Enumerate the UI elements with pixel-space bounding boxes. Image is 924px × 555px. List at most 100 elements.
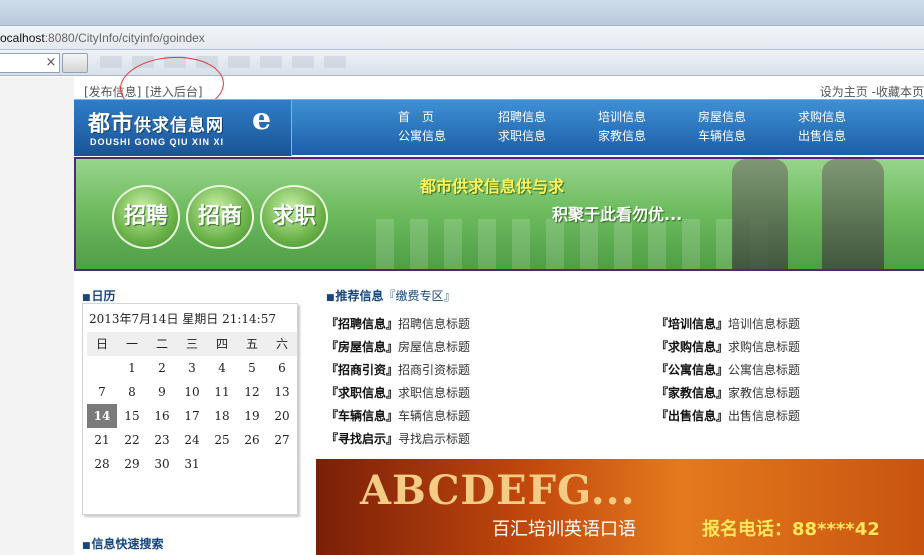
recommend-title-link[interactable]: 求购信息标题 [728,340,800,354]
quick-search-title: ■信息快速搜索 [82,535,164,552]
address-url[interactable]: ocalhost:8080/CityInfo/cityinfo/goindex [0,31,205,45]
recommend-category-link[interactable]: 『求职信息』 [326,386,398,400]
calendar-day[interactable]: 26 [237,428,267,452]
toolbar-icon[interactable] [100,56,122,68]
recommend-title-link[interactable]: 公寓信息标题 [728,363,800,377]
nav-tutor[interactable]: 家教信息 [598,128,698,144]
recommend-category-link[interactable]: 『寻找启示』 [326,432,398,446]
list-item: 『招聘信息』招聘信息标题 [326,315,656,338]
recommend-category-link[interactable]: 『培训信息』 [656,317,728,331]
banner-pill-recruit: 招聘 [112,185,180,249]
calendar-day[interactable]: 31 [177,452,207,476]
recommend-title-link[interactable]: 寻找启示标题 [398,432,470,446]
recommend-title-link[interactable]: 家教信息标题 [728,386,800,400]
recommend-title-link[interactable]: 招商引资标题 [398,363,470,377]
recommend-category-link[interactable]: 『车辆信息』 [326,409,398,423]
calendar-day[interactable]: 25 [207,428,237,452]
calendar-day[interactable]: 22 [117,428,147,452]
calendar-day[interactable]: 19 [237,404,267,428]
calendar-day[interactable]: 6 [267,356,297,380]
calendar-day[interactable]: 9 [147,380,177,404]
calendar-day[interactable]: 16 [147,404,177,428]
toolbar-icon[interactable] [228,56,250,68]
free-zone-link[interactable]: 『缴费专区』 [384,289,456,303]
calendar-day[interactable]: 7 [87,380,117,404]
calendar-day[interactable]: 4 [207,356,237,380]
calendar-day[interactable]: 10 [177,380,207,404]
recommend-title-link[interactable]: 招聘信息标题 [398,317,470,331]
calendar-day[interactable]: 2 [147,356,177,380]
square-bullet-icon: ■ [82,541,91,551]
calendar-weekday: 一 [117,332,147,356]
nav-apartment[interactable]: 公寓信息 [398,128,498,144]
calendar-day[interactable]: 13 [267,380,297,404]
recommend-title-link[interactable]: 求职信息标题 [398,386,470,400]
recommend-category-link[interactable]: 『招聘信息』 [326,317,398,331]
calendar-weekday: 日 [87,332,117,356]
calendar: 2013年7月14日 星期日 21:14:57 日一二三四五六123456789… [82,303,298,515]
calendar-day[interactable]: 14 [87,404,117,428]
calendar-day[interactable]: 21 [87,428,117,452]
list-item: 『培训信息』培训信息标题 [656,315,924,338]
recommend-category-link[interactable]: 『求购信息』 [656,340,728,354]
address-bar[interactable]: ocalhost:8080/CityInfo/cityinfo/goindex [0,26,924,50]
logo-subtitle: DOUSHI GONG QIU XIN XI [90,137,225,147]
search-go-button[interactable] [62,53,88,73]
calendar-day[interactable]: 3 [177,356,207,380]
calendar-day[interactable]: 23 [147,428,177,452]
nav-job-seek[interactable]: 求职信息 [498,128,598,144]
bookmark-link[interactable]: 收藏本页 [876,85,924,99]
banner-pill-job-seek: 求职 [260,185,328,249]
nav-vehicle[interactable]: 车辆信息 [698,128,798,144]
calendar-day[interactable]: 20 [267,404,297,428]
quick-search-title-text: 信息快速搜索 [91,537,164,551]
nav-housing[interactable]: 房屋信息 [698,109,798,125]
list-item: 『房屋信息』房屋信息标题 [326,338,656,361]
calendar-day[interactable]: 27 [267,428,297,452]
list-item: 『求购信息』求购信息标题 [656,338,924,361]
recommend-category-link[interactable]: 『出售信息』 [656,409,728,423]
toolbar-icon[interactable] [324,56,346,68]
nav-purchase[interactable]: 求购信息 [798,109,898,125]
recommend-title-link[interactable]: 培训信息标题 [728,317,800,331]
calendar-day[interactable]: 30 [147,452,177,476]
logo-e: e [252,102,272,137]
list-item: 『招商引资』招商引资标题 [326,361,656,384]
recommend-title-link[interactable]: 车辆信息标题 [398,409,470,423]
calendar-day[interactable]: 8 [117,380,147,404]
recommend-category-link[interactable]: 『公寓信息』 [656,363,728,377]
ad-banner[interactable]: ABCDEFG... 百汇培训英语口语 报名电话：88****42 [316,459,924,555]
banner-figure [732,159,788,269]
toolbar-icon[interactable] [292,56,314,68]
hero-banner: 招聘 招商 求职 都市供求信息供与求 积聚于此看勿优... [74,157,924,271]
recommend-title-link[interactable]: 出售信息标题 [728,409,800,423]
nav-training[interactable]: 培训信息 [598,109,698,125]
calendar-day[interactable]: 18 [207,404,237,428]
calendar-empty-cell [207,452,237,476]
set-home-link[interactable]: 设为主页 [820,85,868,99]
calendar-day[interactable]: 12 [237,380,267,404]
recommend-category-link[interactable]: 『家教信息』 [656,386,728,400]
calendar-day[interactable]: 17 [177,404,207,428]
toolbar-icon[interactable] [260,56,282,68]
nav-home[interactable]: 首 页 [398,109,498,125]
recommend-category-link[interactable]: 『房屋信息』 [326,340,398,354]
calendar-day[interactable]: 1 [117,356,147,380]
calendar-day[interactable]: 28 [87,452,117,476]
url-host: ocalhost [0,31,45,45]
recommend-title-text: 推荐信息 [335,289,384,303]
calendar-day[interactable]: 5 [237,356,267,380]
nav-recruit[interactable]: 招聘信息 [498,109,598,125]
calendar-day[interactable]: 24 [177,428,207,452]
recommend-category-link[interactable]: 『招商引资』 [326,363,398,377]
list-item: 『求职信息』求职信息标题 [326,384,656,407]
calendar-day[interactable]: 29 [117,452,147,476]
close-icon[interactable]: × [44,55,58,71]
nav-sale[interactable]: 出售信息 [798,128,898,144]
recommend-title-link[interactable]: 房屋信息标题 [398,340,470,354]
calendar-day[interactable]: 11 [207,380,237,404]
calendar-day[interactable]: 15 [117,404,147,428]
site-logo[interactable]: 都市供求信息网 e DOUSHI GONG QIU XIN XI [74,100,292,156]
browser-search-input[interactable]: × [0,53,60,73]
url-path: :8080/CityInfo/cityinfo/goindex [44,31,205,45]
